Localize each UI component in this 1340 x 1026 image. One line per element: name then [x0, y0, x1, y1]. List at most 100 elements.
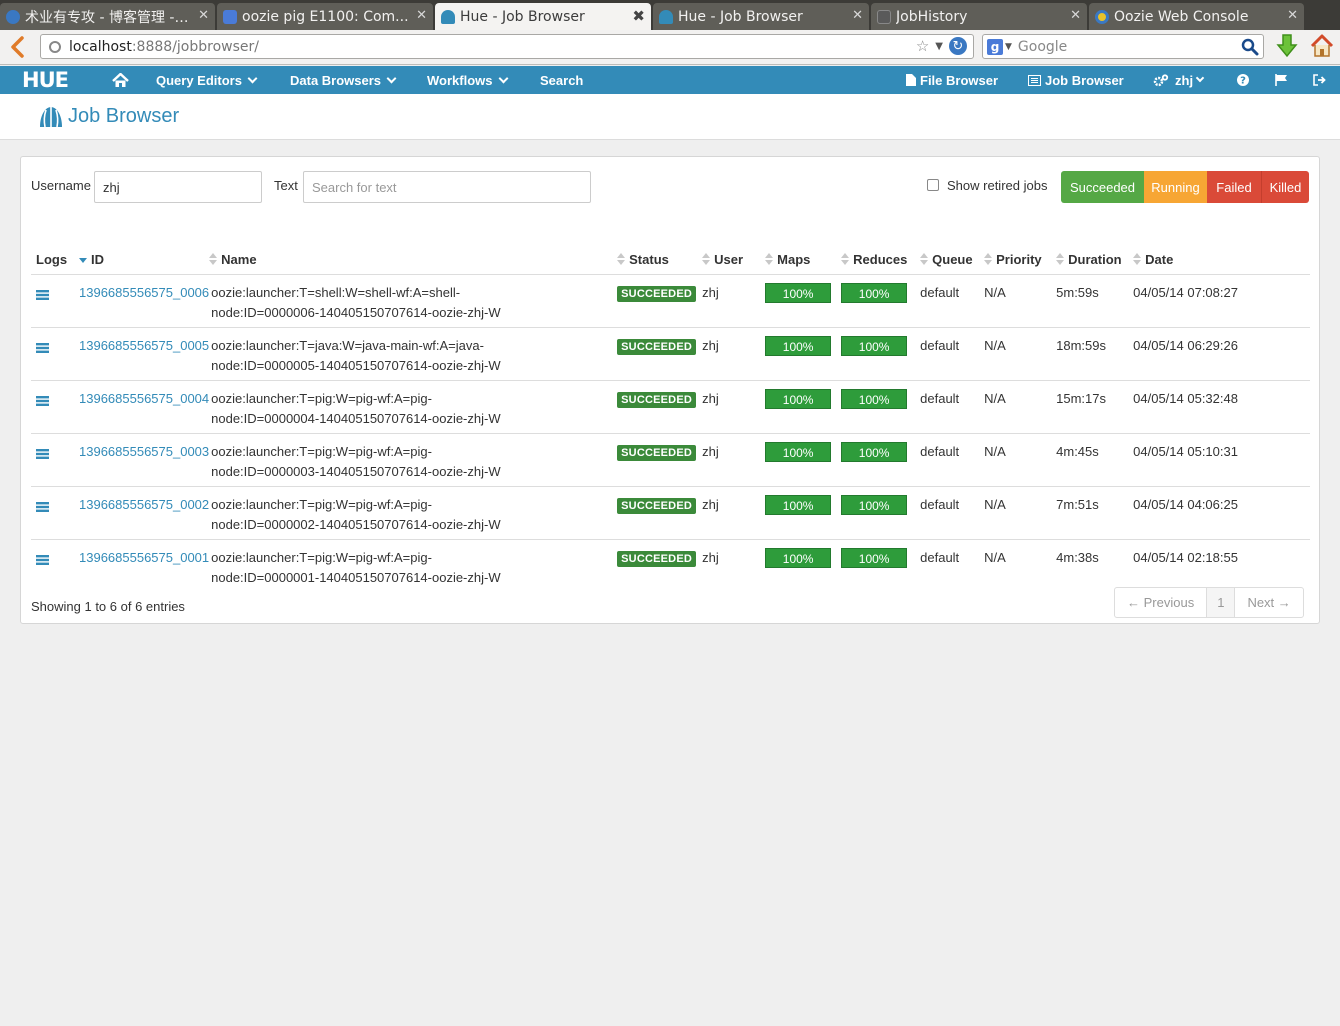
name-column-header[interactable]: Name [209, 246, 613, 275]
succeeded-filter-button[interactable]: Succeeded [1061, 171, 1144, 203]
close-tab-icon[interactable]: ✕ [852, 9, 863, 23]
url-path: :8888/jobbrowser/ [131, 38, 259, 55]
name-cell: oozie:launcher:T=java:W=java-main-wf:A=j… [209, 327, 613, 381]
job-id-link[interactable]: 1396685556575_0002 [79, 497, 209, 512]
job-id-link[interactable]: 1396685556575_0001 [79, 550, 209, 565]
engine-dropdown-icon[interactable]: ▼ [1005, 42, 1012, 52]
show-retired-checkbox[interactable] [927, 179, 939, 191]
status-badge: SUCCEEDED [617, 444, 697, 461]
job-browser-link[interactable]: Job Browser [1028, 66, 1124, 94]
priority-cell: N/A [984, 549, 1006, 565]
queue-cell: default [915, 380, 980, 434]
job-name-line2: node:ID=0000001-140405150707614-oozie-zh… [211, 569, 501, 585]
job-id-link[interactable]: 1396685556575_0005 [79, 338, 209, 353]
home-icon[interactable] [1309, 33, 1335, 59]
priority-column-header[interactable]: Priority [979, 246, 1052, 275]
job-browser-label: Job Browser [1045, 72, 1124, 88]
browser-tab-oozie[interactable]: Oozie Web Console ✕ [1089, 3, 1304, 30]
id-cell: 1396685556575_0006 [74, 274, 210, 328]
reduces-column-header[interactable]: Reduces [836, 246, 916, 275]
logs-icon[interactable] [36, 339, 49, 359]
close-tab-icon[interactable]: ✖ [632, 9, 645, 24]
tab-title: Hue - Job Browser [678, 8, 803, 25]
failed-filter-button[interactable]: Failed [1207, 171, 1261, 203]
search-nav-link[interactable]: Search [540, 66, 583, 94]
maps-cell: 100% [760, 274, 837, 328]
id-column-header[interactable]: ID [74, 246, 210, 275]
page-number-button[interactable]: 1 [1207, 588, 1236, 617]
reload-icon[interactable]: ↻ [949, 37, 967, 55]
date-cell: 04/05/14 06:29:26 [1128, 327, 1310, 381]
close-tab-icon[interactable]: ✕ [1070, 9, 1081, 23]
running-filter-button[interactable]: Running [1144, 171, 1207, 203]
logs-icon[interactable] [36, 551, 49, 571]
job-name-line1: oozie:launcher:T=pig:W=pig-wf:A=pig- [211, 496, 432, 512]
sort-icon [1133, 253, 1142, 266]
close-tab-icon[interactable]: ✕ [198, 9, 209, 23]
close-tab-icon[interactable]: ✕ [416, 9, 427, 23]
flag-button[interactable] [1275, 66, 1288, 94]
logs-icon[interactable] [36, 286, 49, 306]
search-engine-bar[interactable]: g ▼ Google [982, 34, 1264, 59]
bookmark-star-icon[interactable]: ☆ [916, 37, 929, 55]
user-column-header[interactable]: User [697, 246, 761, 275]
next-page-button[interactable]: Next → [1235, 588, 1302, 617]
queue-cell: default [915, 486, 980, 540]
browser-tab-hue[interactable]: Hue - Job Browser ✕ [653, 3, 869, 30]
logs-icon[interactable] [36, 445, 49, 465]
hue-favicon-icon [659, 9, 673, 24]
priority-cell: N/A [979, 380, 1052, 434]
status-column-header[interactable]: Status [612, 246, 698, 275]
download-arrow-icon[interactable] [1276, 33, 1298, 59]
job-id-link[interactable]: 1396685556575_0006 [79, 285, 209, 300]
reduces-progress-bar: 100% [841, 547, 908, 568]
browser-tab-blog[interactable]: 术业有专攻 - 博客管理 - ... ✕ [0, 3, 215, 30]
priority-cell: N/A [979, 433, 1052, 487]
browser-tab-hue-active[interactable]: Hue - Job Browser ✖ [435, 3, 651, 30]
duration-column-header[interactable]: Duration [1051, 246, 1129, 275]
back-arrow-icon[interactable] [8, 36, 28, 58]
browser-tab-jobhistory[interactable]: JobHistory ✕ [871, 3, 1087, 30]
google-engine-icon[interactable]: g [987, 38, 1003, 55]
previous-page-button[interactable]: ← Previous [1115, 588, 1208, 617]
sort-icon [617, 253, 626, 266]
workflows-menu[interactable]: Workflows [427, 66, 508, 94]
home-nav-button[interactable] [112, 66, 129, 94]
logout-button[interactable] [1313, 66, 1326, 94]
logs-cell [31, 539, 74, 592]
help-button[interactable]: ? [1237, 66, 1249, 94]
date-column-header[interactable]: Date [1128, 246, 1310, 275]
maps-column-header[interactable]: Maps [760, 246, 837, 275]
magnifier-icon[interactable] [1241, 38, 1259, 56]
job-id-link[interactable]: 1396685556575_0003 [79, 444, 209, 459]
hue-logo[interactable]: HUE [22, 66, 69, 94]
logs-icon[interactable] [36, 392, 49, 412]
user-menu[interactable]: zhj [1153, 66, 1205, 94]
logs-icon[interactable] [36, 498, 49, 518]
history-dropdown-icon[interactable]: ▼ [935, 41, 943, 52]
job-browser-panel: Username Text Show retired jobs Succeede… [20, 156, 1320, 624]
globe-icon [49, 40, 61, 53]
search-label: Search [540, 72, 584, 88]
file-browser-link[interactable]: File Browser [906, 66, 998, 94]
queue-column-header[interactable]: Queue [915, 246, 980, 275]
job-name-line2: node:ID=0000003-140405150707614-oozie-zh… [211, 463, 501, 479]
text-filter-label: Text [274, 178, 298, 193]
browser-tab-google[interactable]: oozie pig E1100: Com... ✕ [217, 3, 433, 30]
query-editors-label: Query Editors [156, 72, 242, 88]
status-cell: SUCCEEDED [612, 486, 698, 540]
queue-cell: default [915, 327, 980, 381]
text-filter-input[interactable] [303, 171, 591, 203]
killed-filter-button[interactable]: Killed [1261, 171, 1309, 203]
close-tab-icon[interactable]: ✕ [1287, 9, 1298, 23]
username-filter-input[interactable] [94, 171, 262, 203]
query-editors-menu[interactable]: Query Editors [156, 66, 258, 94]
job-id-link[interactable]: 1396685556575_0004 [79, 391, 209, 406]
show-retired-label: Show retired jobs [947, 178, 1048, 193]
logs-cell [31, 274, 74, 328]
data-browsers-menu[interactable]: Data Browsers [290, 66, 397, 94]
logs-column-header[interactable]: Logs [31, 246, 74, 275]
address-bar[interactable]: localhost:8888/jobbrowser/ ☆ ▼ ↻ [40, 34, 974, 59]
job-name-line1: oozie:launcher:T=pig:W=pig-wf:A=pig- [211, 549, 432, 565]
user-cell: zhj [697, 274, 761, 328]
